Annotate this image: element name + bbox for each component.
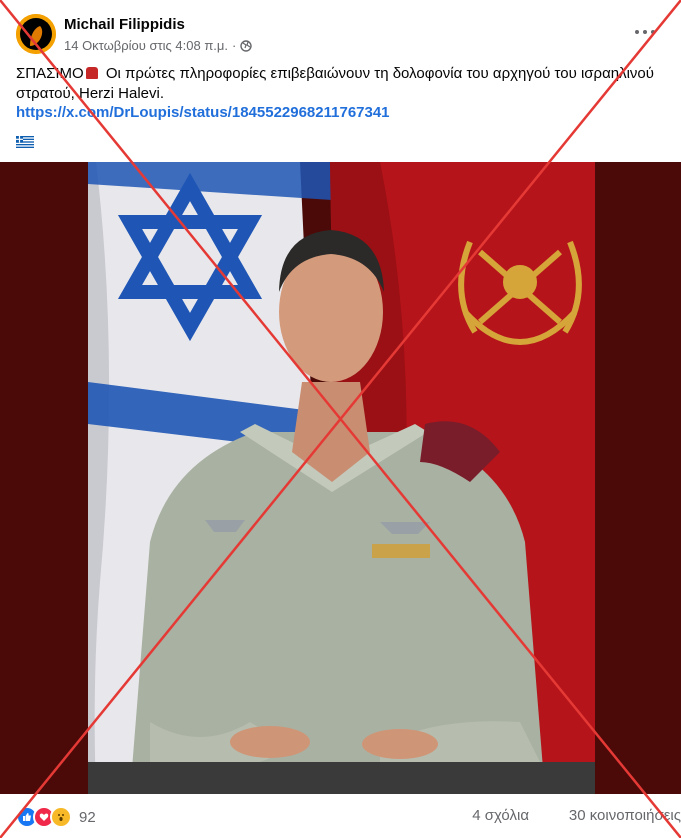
post-link[interactable]: https://x.com/DrLoupis/status/1845522968… bbox=[16, 104, 390, 121]
siren-icon bbox=[85, 67, 98, 79]
author-name[interactable]: Michail Filippidis bbox=[64, 16, 185, 33]
post-text-prefix: ΣΠΑΣΙΜΟ bbox=[16, 65, 84, 82]
post-photo[interactable] bbox=[0, 162, 681, 794]
shares-count[interactable]: 30 κοινοποιήσεις bbox=[569, 807, 681, 824]
globe-icon bbox=[240, 39, 253, 52]
facebook-post: Michail Filippidis 14 Οκτωβρίου στις 4:0… bbox=[0, 0, 681, 838]
post-header: Michail Filippidis 14 Οκτωβρίου στις 4:0… bbox=[0, 0, 681, 60]
more-options-icon[interactable] bbox=[633, 22, 661, 42]
greek-flag-icon bbox=[16, 136, 34, 148]
reaction-count: 92 bbox=[79, 808, 96, 826]
avatar[interactable] bbox=[16, 14, 56, 54]
dot-separator: · bbox=[232, 38, 237, 53]
comments-count[interactable]: 4 σχόλια bbox=[472, 807, 529, 824]
post-meta: 14 Οκτωβρίου στις 4:08 π.μ. · bbox=[64, 38, 253, 53]
post-text-body: Οι πρώτες πληροφορίες επιβεβαιώνουν τη δ… bbox=[16, 65, 654, 102]
wow-icon bbox=[50, 806, 72, 828]
post-text: ΣΠΑΣΙΜΟ Οι πρώτες πληροφορίες επιβεβαιών… bbox=[16, 64, 656, 104]
post-timestamp[interactable]: 14 Οκτωβρίου στις 4:08 π.μ. bbox=[64, 38, 228, 53]
reactions[interactable]: 92 bbox=[16, 806, 96, 828]
post-footer: 92 4 σχόλια 30 κοινοποιήσεις bbox=[0, 794, 681, 838]
